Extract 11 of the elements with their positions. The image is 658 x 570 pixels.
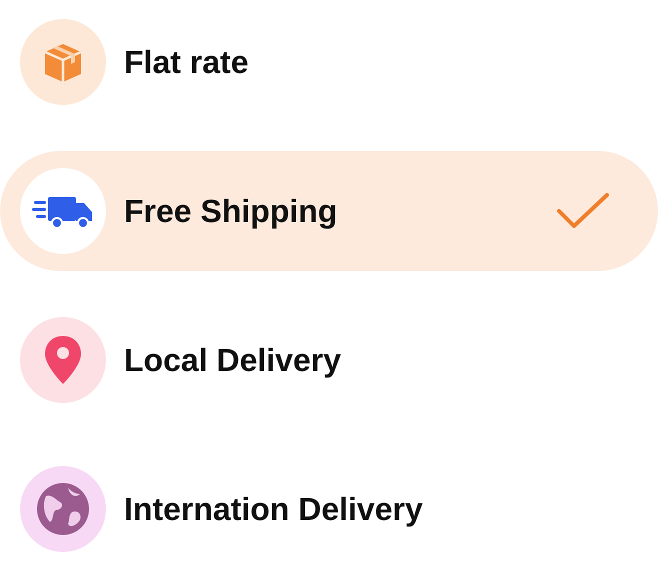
option-label: Free Shipping: [124, 192, 338, 230]
check-icon: [556, 191, 610, 231]
location-pin-icon: [43, 334, 83, 386]
shipping-option[interactable]: Free Shipping: [0, 151, 658, 271]
shipping-option[interactable]: Internation Delivery: [0, 449, 658, 569]
globe-icon: [36, 482, 90, 536]
option-label: Internation Delivery: [124, 490, 424, 528]
option-label: Flat rate: [124, 44, 250, 80]
shipping-option[interactable]: Local Delivery: [0, 300, 658, 420]
shipping-option[interactable]: Flat rate: [0, 2, 658, 122]
option-label: Local Delivery: [124, 342, 342, 378]
